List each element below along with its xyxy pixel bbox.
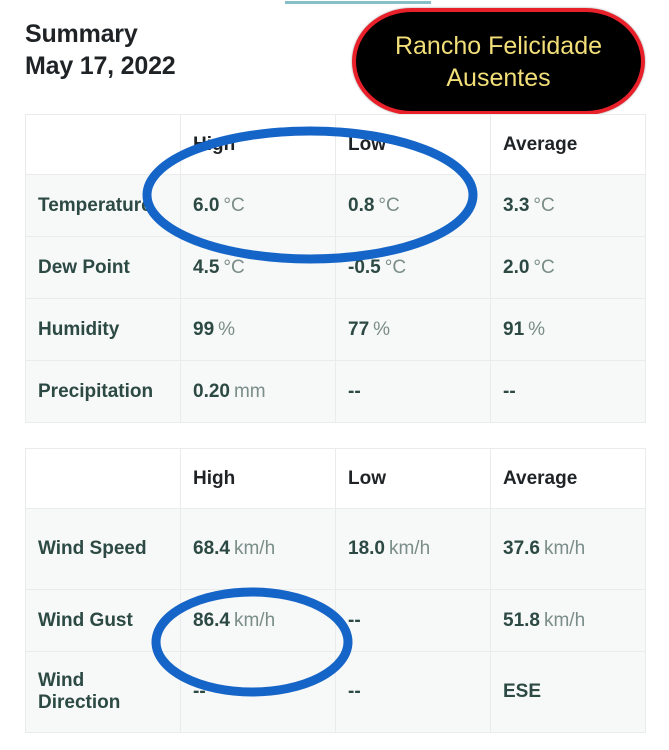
cell-wind-direction-high: -- — [180, 651, 336, 733]
column-header-average: Average — [490, 114, 646, 175]
cell-temperature-average: 3.3 °C — [490, 174, 646, 237]
value: 0.8 — [348, 194, 375, 216]
unit: °C — [223, 256, 245, 278]
summary-date: May 17, 2022 — [25, 52, 176, 80]
value: 91 — [503, 318, 525, 340]
cell-wind-gust-high: 86.4 km/h — [180, 589, 336, 652]
unit: mm — [233, 380, 266, 402]
cell-wind-gust-low: -- — [335, 589, 491, 652]
value: -- — [348, 609, 361, 631]
station-name-badge: Rancho Felicidade Ausentes — [352, 8, 645, 115]
summary-heading: Summary — [25, 20, 138, 48]
column-header-average: Average — [490, 448, 646, 509]
cell-temperature-high: 6.0 °C — [180, 174, 336, 237]
cell-wind-speed-high: 68.4 km/h — [180, 508, 336, 590]
column-header-blank — [25, 114, 181, 175]
value: -- — [193, 681, 206, 702]
value: 99 — [193, 318, 215, 340]
unit: % — [528, 318, 546, 340]
unit: km/h — [543, 609, 586, 631]
value: 86.4 — [193, 609, 230, 631]
cell-humidity-average: 91% — [490, 298, 646, 361]
table-row: Precipitation 0.20 mm -- -- — [25, 360, 646, 423]
table-row: Wind Gust 86.4 km/h -- 51.8 km/h — [25, 589, 646, 652]
cell-wind-speed-low: 18.0 km/h — [335, 508, 491, 590]
unit: % — [373, 318, 391, 340]
value: -- — [503, 380, 516, 402]
cell-dew-point-high: 4.5 °C — [180, 236, 336, 299]
unit: km/h — [233, 538, 276, 559]
column-header-high: High — [180, 114, 336, 175]
top-divider-rule — [285, 1, 431, 4]
table-row: Humidity 99% 77% 91% — [25, 298, 646, 361]
cell-humidity-high: 99% — [180, 298, 336, 361]
row-label-wind-gust: Wind Gust — [25, 589, 181, 652]
cell-temperature-low: 0.8 °C — [335, 174, 491, 237]
cell-wind-direction-low: -- — [335, 651, 491, 733]
column-header-high: High — [180, 448, 336, 509]
column-header-low: Low — [335, 448, 491, 509]
unit: °C — [533, 194, 555, 216]
summary-page: Summary May 17, 2022 Rancho Felicidade A… — [0, 0, 669, 750]
table-row: Temperature 6.0 °C 0.8 °C 3.3 °C — [25, 174, 646, 237]
unit: °C — [533, 256, 555, 278]
table-row: Dew Point 4.5 °C -0.5 °C 2.0 °C — [25, 236, 646, 299]
conditions-table: High Low Average Temperature 6.0 °C 0.8 °C… — [25, 114, 646, 423]
badge-line-1: Rancho Felicidade — [394, 31, 603, 60]
value: 3.3 — [503, 194, 530, 216]
page-title: Summary May 17, 2022 — [25, 18, 345, 82]
row-label-wind-speed: Wind Speed — [25, 508, 181, 590]
cell-wind-gust-average: 51.8 km/h — [490, 589, 646, 652]
cell-wind-direction-average: ESE — [490, 651, 646, 733]
unit: km/h — [233, 609, 276, 631]
cell-humidity-low: 77% — [335, 298, 491, 361]
table-row: Wind Speed 68.4 km/h 18.0 km/h 37.6 km/h — [25, 508, 646, 590]
unit: °C — [384, 256, 407, 278]
value: 68.4 — [193, 538, 230, 559]
value: 4.5 — [193, 256, 220, 278]
table-row: Wind Direction -- -- ESE — [25, 651, 646, 733]
value: 2.0 — [503, 256, 530, 278]
value: 37.6 — [503, 538, 540, 559]
cell-wind-speed-average: 37.6 km/h — [490, 508, 646, 590]
cell-precipitation-average: -- — [490, 360, 646, 423]
column-header-blank — [25, 448, 181, 509]
unit: km/h — [388, 538, 431, 559]
row-label-precipitation: Precipitation — [25, 360, 181, 423]
row-label-temperature: Temperature — [25, 174, 181, 237]
badge-line-2: Ausentes — [446, 63, 551, 92]
cell-precipitation-high: 0.20 mm — [180, 360, 336, 423]
unit: °C — [223, 194, 245, 216]
table-header-row: High Low Average — [25, 448, 646, 509]
row-label-wind-direction: Wind Direction — [25, 651, 181, 733]
cell-dew-point-average: 2.0 °C — [490, 236, 646, 299]
unit: °C — [378, 194, 400, 216]
wind-table: High Low Average Wind Speed 68.4 km/h 18.… — [25, 448, 646, 733]
value: 51.8 — [503, 609, 540, 631]
value: 6.0 — [193, 194, 220, 216]
value: 77 — [348, 318, 370, 340]
cell-dew-point-low: -0.5 °C — [335, 236, 491, 299]
table-header-row: High Low Average — [25, 114, 646, 175]
column-header-low: Low — [335, 114, 491, 175]
value: 0.20 — [193, 380, 230, 402]
value: ESE — [503, 681, 542, 702]
value: 18.0 — [348, 538, 385, 559]
value: -- — [348, 681, 361, 702]
cell-precipitation-low: -- — [335, 360, 491, 423]
unit: % — [218, 318, 236, 340]
value: -- — [348, 380, 361, 402]
value: -0.5 — [348, 256, 381, 278]
unit: km/h — [543, 538, 586, 559]
row-label-humidity: Humidity — [25, 298, 181, 361]
row-label-dew-point: Dew Point — [25, 236, 181, 299]
